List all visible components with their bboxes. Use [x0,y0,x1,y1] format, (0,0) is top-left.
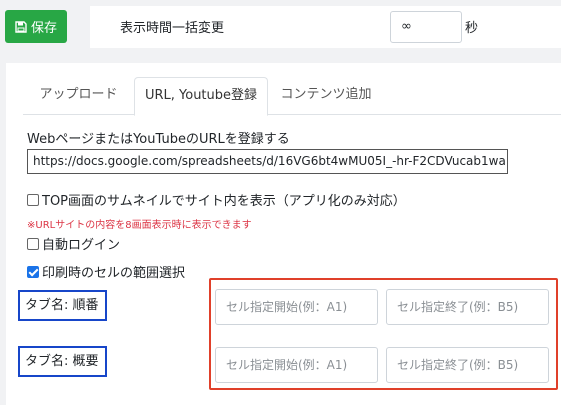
display-time-panel: 表示時間一括変更 ∞ 秒 [90,6,561,48]
display-time-label: 表示時間一括変更 [120,21,225,36]
url-notice: ※URLサイトの内容を8画面表示時に表示できます [27,220,252,231]
thumbnail-label: TOP画面のサムネイルでサイト内を表示（アプリ化のみ対応） [42,194,406,209]
auto-login-checkbox[interactable] [27,237,39,250]
tab-name-order: タブ名: 順番 [18,290,107,321]
tab-name-overview: タブ名: 概要 [18,346,107,377]
auto-login-option[interactable]: 自動ログイン [27,234,120,253]
content-card: アップロード URL, Youtube登録 コンテンツ追加 WebページまたはY… [6,63,561,405]
auto-login-label: 自動ログイン [42,238,121,253]
tab-bar: アップロード URL, Youtube登録 コンテンツ追加 [23,77,561,116]
thumbnail-checkbox[interactable] [27,193,39,206]
cell-end-input-order[interactable]: セル指定終了(例：B5) [386,289,549,325]
display-time-input[interactable]: ∞ [390,11,462,43]
cell-start-input-overview[interactable]: セル指定開始(例：A1) [215,347,378,383]
save-button-label: 保存 [30,21,57,36]
display-time-unit: 秒 [465,21,479,36]
tab-url-youtube[interactable]: URL, Youtube登録 [134,77,268,116]
url-input[interactable]: https://docs.google.com/spreadsheets/d/1… [27,149,508,174]
top-toolbar: 保存 表示時間一括変更 ∞ 秒 [0,0,561,58]
cell-end-input-overview[interactable]: セル指定終了(例：B5) [386,347,549,383]
print-range-option[interactable]: 印刷時のセルの範囲選択 [27,262,185,281]
thumbnail-option[interactable]: TOP画面のサムネイルでサイト内を表示（アプリ化のみ対応） [27,190,406,209]
url-label: WebページまたはYouTubeのURLを登録する [27,132,290,147]
cell-start-input-order[interactable]: セル指定開始(例：A1) [215,289,378,325]
save-icon [15,20,27,33]
save-button[interactable]: 保存 [5,10,67,43]
tab-add-content[interactable]: コンテンツ追加 [272,77,380,115]
tab-upload[interactable]: アップロード [23,77,134,115]
print-range-label: 印刷時のセルの範囲選択 [42,266,186,281]
print-range-checkbox[interactable] [27,265,39,278]
